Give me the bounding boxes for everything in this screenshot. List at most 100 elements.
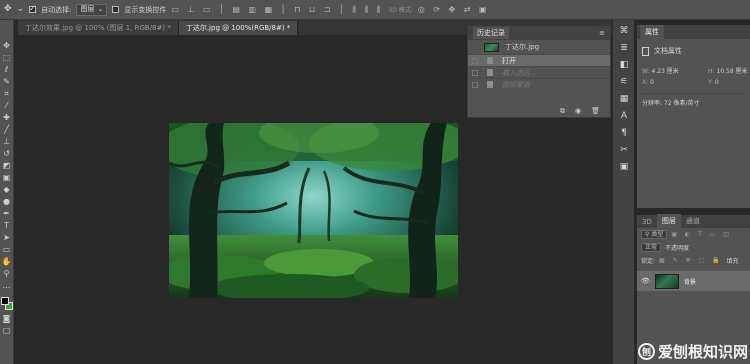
pen-icon[interactable]: ✒ [1, 209, 12, 218]
document-tab-active[interactable]: 丁达尔.jpg @ 100%(RGB/8#) * [178, 21, 299, 35]
lock-label: 锁定: [641, 258, 656, 265]
history-source-checkbox[interactable] [472, 57, 478, 64]
stamp-icon[interactable]: ⊥ [1, 137, 12, 146]
blend-row: 正常 不透明度 [637, 241, 750, 254]
options-bar: ✥ ⌄ 自动选择: 图层⌄ 显示变换控件 ▭ ⊥ ▭ │ ▤ ▥ ▦ │ ⊓ ⊔… [0, 0, 750, 20]
show-transform-checkbox[interactable] [112, 6, 120, 13]
eye-icon[interactable]: 👁 [641, 277, 650, 285]
mode-3d-label: 3D 模式: [388, 7, 413, 14]
type-icon[interactable]: T [1, 221, 12, 230]
screen-mode-icon[interactable]: ▢ [1, 326, 12, 335]
history-brush-icon[interactable]: ↺ [1, 149, 12, 158]
lasso-icon[interactable]: ℓ [1, 65, 12, 74]
watermark-logo-icon: 刨 [637, 343, 655, 360]
auto-select-target-select[interactable]: 图层 ⌄ [76, 3, 108, 16]
marquee-icon[interactable]: ⬚ [1, 53, 12, 62]
eyedropper-icon[interactable]: ⁄ [1, 101, 12, 110]
document-properties-label: 文档属性 [654, 47, 682, 55]
navigator-icon[interactable]: ▣ [620, 162, 629, 172]
x-value[interactable]: 0 [650, 79, 654, 86]
document-icon [487, 69, 493, 76]
watermark: 刨 爱刨根知识网 [637, 341, 748, 362]
tab-3d[interactable]: 3D [637, 216, 657, 228]
character-icon[interactable]: A [621, 111, 627, 121]
lock-row: 锁定: ▦ ✎ ✥ ⬚ 🔒 填充 [637, 254, 750, 267]
paragraph-icon[interactable]: ¶ [621, 128, 627, 138]
snapshot-thumbnail [484, 42, 499, 52]
brush-icon[interactable]: ╱ [1, 125, 12, 134]
history-step-label: 图层蒙版 [502, 80, 530, 89]
history-panel-title[interactable]: 历史记录 [473, 27, 509, 39]
snapshot-name: 丁达尔.jpg [505, 43, 540, 51]
eraser-icon[interactable]: ◩ [1, 161, 12, 170]
canvas-size-grid: W: 4.23 厘米 H: 10.58 厘米 X: 0 Y: 0 [637, 63, 750, 89]
history-source-checkbox[interactable] [472, 69, 478, 76]
layer-thumbnail [654, 273, 679, 289]
healing-icon[interactable]: ✚ [1, 113, 12, 122]
x-label: X: [642, 79, 649, 86]
document-icon [487, 81, 493, 88]
camera-snapshot-icon[interactable]: ◉ [575, 107, 581, 115]
history-panel-header: 历史记录 ≡ [468, 26, 610, 40]
sliders-icon[interactable]: ⚟ [620, 77, 628, 87]
hand-icon[interactable]: ✋ [1, 257, 12, 266]
properties-tab[interactable]: 属性 [640, 25, 664, 39]
zoom-icon[interactable]: ⚲ [1, 269, 12, 278]
brush-presets-icon[interactable]: ≣ [620, 43, 628, 53]
auto-select-label: 自动选择: [41, 5, 72, 14]
dropdown-arrow-icon[interactable]: ⌄ [17, 5, 25, 14]
properties-panel: 属性 文档属性 W: 4.23 厘米 H: 10.58 厘米 X: 0 Y: 0… [636, 25, 750, 208]
color-swatches[interactable] [0, 297, 13, 311]
history-step-open[interactable]: 打开 [468, 54, 610, 66]
history-panel: 历史记录 ≡ 丁达尔.jpg 打开 载入选区 图层蒙版 ⧉ ◉ 🗑 [467, 25, 611, 118]
width-label: W: [642, 68, 650, 75]
history-snapshot[interactable]: 丁达尔.jpg [468, 40, 610, 54]
quick-select-icon[interactable]: ✎ [1, 77, 12, 86]
tool-presets-icon[interactable]: ✂ [620, 145, 628, 155]
tab-channels[interactable]: 通道 [681, 214, 705, 228]
height-value[interactable]: 10.58 厘米 [716, 68, 747, 75]
panel-menu-icon[interactable]: ≡ [599, 29, 605, 37]
foreground-color-swatch[interactable] [0, 297, 9, 305]
history-step-layer-mask[interactable]: 图层蒙版 [468, 78, 610, 90]
auto-select-target-value: 图层 [80, 5, 95, 13]
adjustments-icon[interactable]: ◧ [620, 60, 629, 70]
blend-mode-select[interactable]: 正常 [641, 243, 662, 252]
panel-dock-icons: ⌘ ≣ ◧ ⚟ ▦ A ¶ ✂ ▣ [614, 26, 634, 206]
rectangle-icon[interactable]: ▭ [1, 245, 12, 254]
tab-layers[interactable]: 图层 [656, 214, 681, 228]
align-buttons[interactable]: ▭ ⊥ ▭ │ ▤ ▥ ▦ │ ⊓ ⊔ ⊐ │ ⫼ ⫼ ⫼ [171, 5, 383, 15]
move-icon[interactable]: ✥ [1, 41, 12, 50]
resolution-text: 分辨率: 72 像素/英寸 [642, 100, 700, 107]
document-tab[interactable]: 丁达尔效果.jpg @ 100% (图层 1, RGB/8#) * [18, 21, 179, 35]
more-tools-icon[interactable]: … [1, 281, 12, 290]
tools-panel: ✥ ⬚ ℓ ✎ ⌗ ⁄ ✚ ╱ ⊥ ↺ ◩ ▣ ◆ ● ✒ T ➤ ▭ ✋ ⚲ … [0, 20, 14, 364]
forest-photo-canvas[interactable] [169, 123, 458, 298]
new-document-from-state-icon[interactable]: ⧉ [560, 107, 565, 116]
layer-row-background[interactable]: 👁 背景 [637, 271, 750, 291]
path-select-icon[interactable]: ➤ [1, 233, 12, 242]
3d-mode-buttons[interactable]: ◎ ⟳ ✥ ⇄ ▣ [418, 5, 490, 14]
filter-icons[interactable]: ▣ ◐ T ▭ ◫ [671, 231, 732, 238]
y-label: Y: [708, 79, 713, 86]
width-value[interactable]: 4.23 厘米 [652, 68, 679, 75]
crop-icon[interactable]: ⌗ [1, 89, 12, 98]
history-icon[interactable]: ⌘ [620, 26, 629, 36]
lock-icons[interactable]: ▦ ✎ ✥ ⬚ 🔒 [659, 257, 723, 264]
document-icon [487, 57, 493, 64]
history-step-load-selection[interactable]: 载入选区 [468, 66, 610, 78]
layer-kind-filter[interactable]: ⚲ 类型 [641, 230, 668, 239]
history-footer: ⧉ ◉ 🗑 [468, 105, 610, 117]
history-source-checkbox[interactable] [472, 81, 478, 88]
gradient-icon[interactable]: ▣ [1, 173, 12, 182]
opacity-label: 不透明度 [665, 245, 690, 252]
auto-select-checkbox[interactable] [29, 4, 37, 13]
move-tool-icon[interactable]: ✥ [4, 5, 12, 14]
trash-icon[interactable]: 🗑 [591, 107, 600, 115]
dodge-icon[interactable]: ● [1, 197, 12, 206]
chevron-down-icon: ⌄ [97, 5, 104, 13]
quick-mask-icon[interactable]: ◙ [1, 314, 12, 323]
blur-icon[interactable]: ◆ [1, 185, 12, 194]
libraries-icon[interactable]: ▦ [620, 94, 629, 104]
y-value[interactable]: 0 [715, 79, 719, 86]
